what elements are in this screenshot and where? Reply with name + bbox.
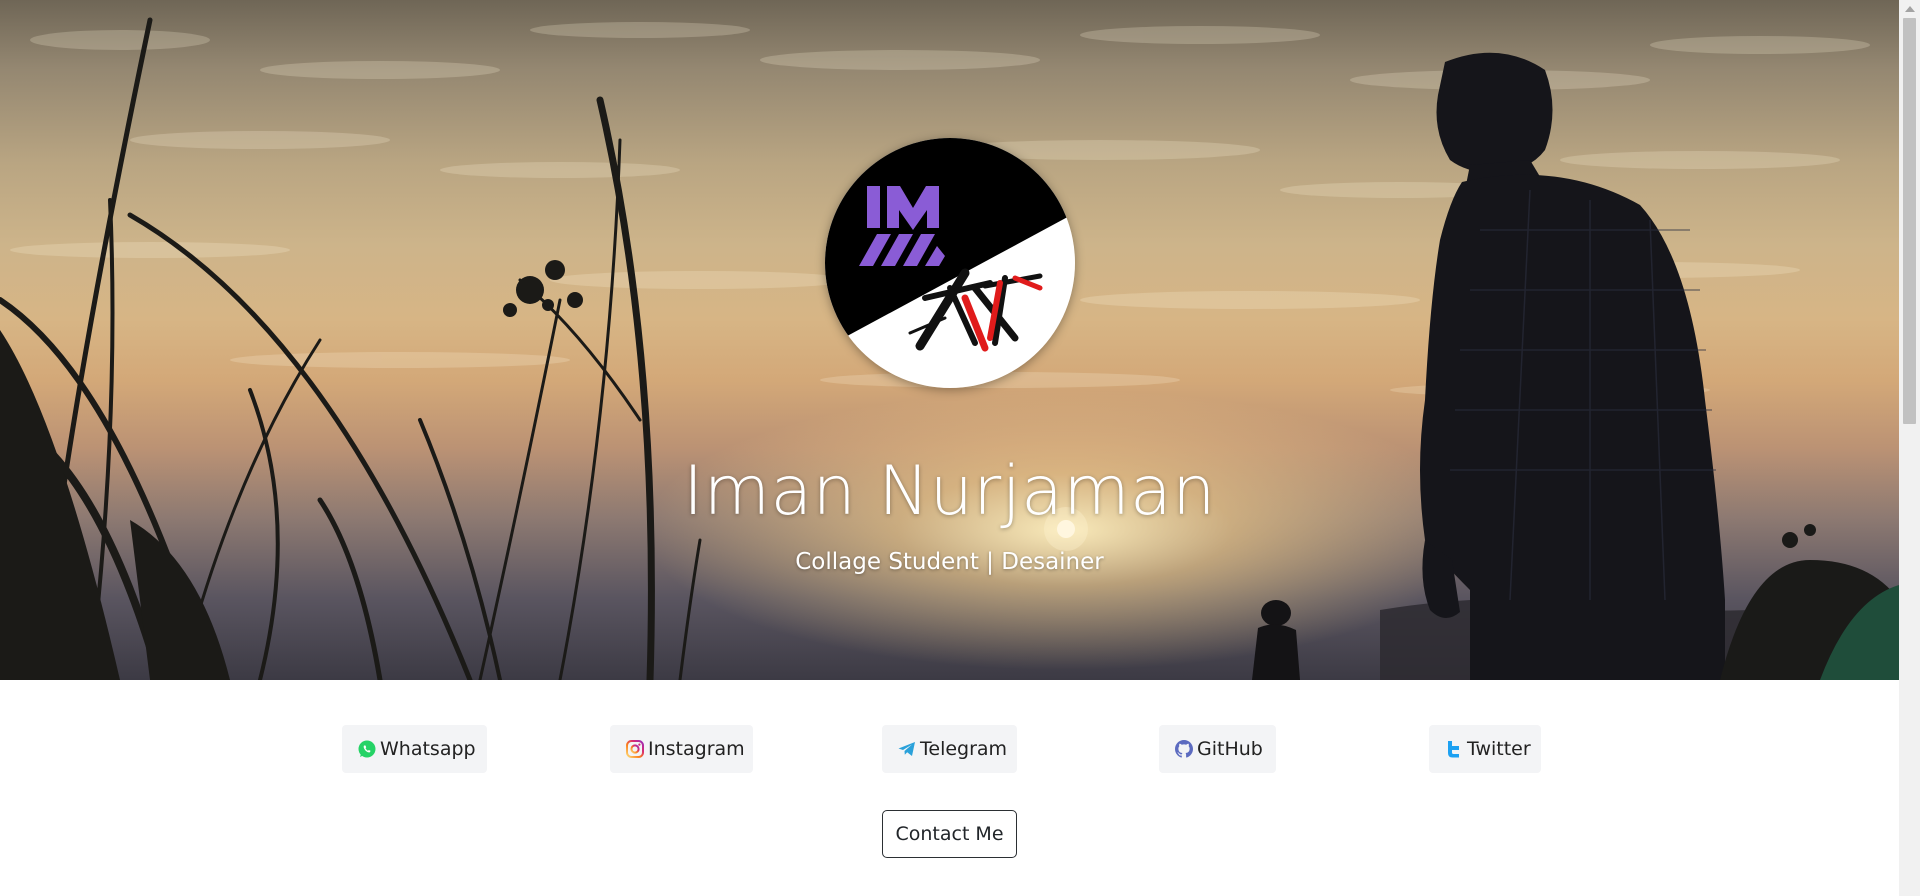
telegram-button[interactable]: Telegram — [882, 725, 1017, 773]
twitter-button[interactable]: Twitter — [1429, 725, 1541, 773]
scroll-up-arrow-icon[interactable] — [1905, 6, 1915, 12]
github-button[interactable]: GitHub — [1159, 725, 1276, 773]
github-label: GitHub — [1197, 738, 1263, 760]
instagram-button[interactable]: Instagram — [610, 725, 753, 773]
profile-avatar — [825, 138, 1075, 388]
hero-banner: Iman Nurjaman Collage Student | Desainer — [0, 0, 1899, 680]
instagram-label: Instagram — [648, 738, 745, 760]
github-icon — [1174, 739, 1194, 759]
whatsapp-label: Whatsapp — [380, 738, 476, 760]
twitter-icon — [1444, 739, 1464, 759]
page-subtitle: Collage Student | Desainer — [795, 549, 1104, 575]
whatsapp-icon — [357, 739, 377, 759]
instagram-icon — [625, 739, 645, 759]
contact-me-button[interactable]: Contact Me — [882, 810, 1017, 858]
twitter-label: Twitter — [1467, 738, 1531, 760]
telegram-label: Telegram — [920, 738, 1008, 760]
whatsapp-button[interactable]: Whatsapp — [342, 725, 487, 773]
telegram-icon — [897, 739, 917, 759]
scrollbar-thumb[interactable] — [1903, 18, 1916, 424]
vertical-scrollbar[interactable] — [1899, 0, 1920, 896]
avatar-logo — [825, 138, 1075, 388]
page-title: Iman Nurjaman — [683, 452, 1216, 531]
